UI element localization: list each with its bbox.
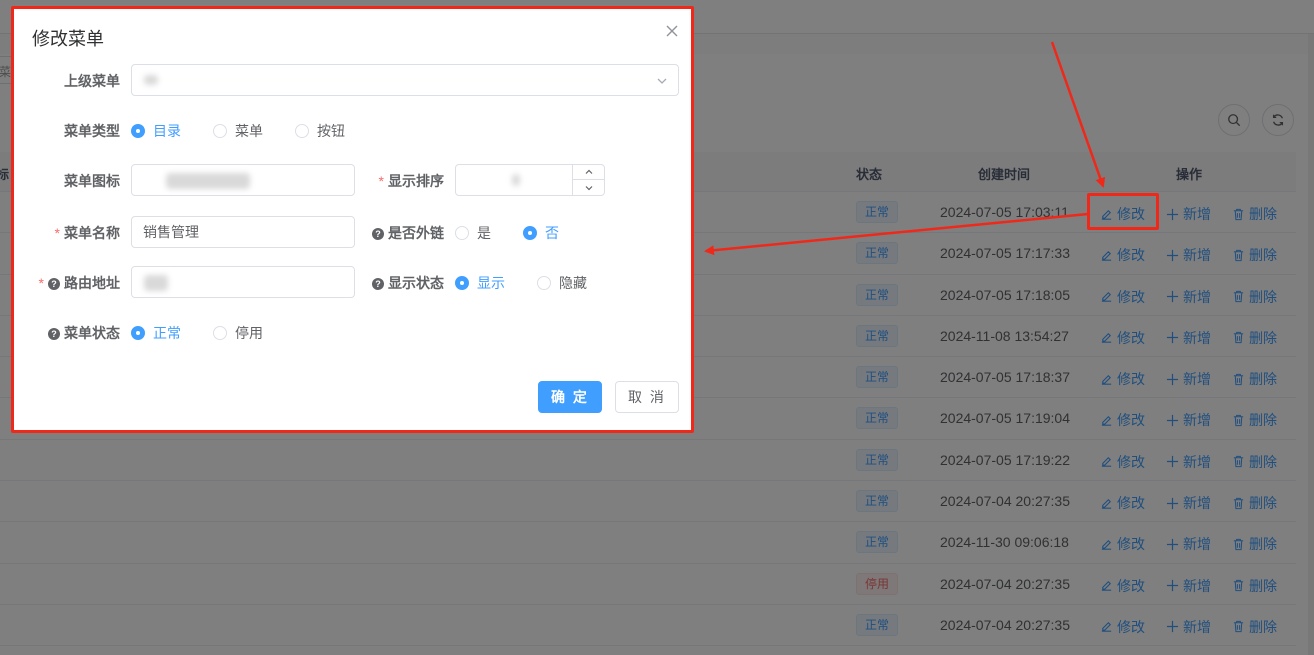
question-icon[interactable]: ? (372, 228, 384, 240)
edit-menu-dialog: 修改菜单 上级菜单 菜单类型 目录 菜单 按钮 菜单图标 * 显示排序 * 菜单名称… (11, 6, 694, 433)
menu-type-radio-button[interactable]: 按钮 (295, 121, 345, 141)
radio-dot (213, 124, 227, 138)
external-link-radio-no[interactable]: 否 (523, 223, 559, 243)
stepper-decrease[interactable] (573, 180, 604, 195)
menu-type-radio-menu[interactable]: 菜单 (213, 121, 263, 141)
radio-label: 否 (545, 225, 559, 241)
radio-label: 停用 (235, 325, 263, 341)
menu-type-label: 菜单类型 (64, 123, 120, 139)
menu-status-label: ? 菜单状态 (14, 323, 120, 343)
stepper-controls (572, 165, 604, 195)
required-mark: * (378, 173, 384, 189)
chevron-down-icon (585, 185, 592, 190)
parent-menu-label: 上级菜单 (64, 73, 120, 89)
redacted-value (144, 75, 158, 85)
route-path-label: *? 路由地址 (38, 275, 120, 291)
radio-dot (131, 124, 145, 138)
chevron-up-icon (585, 169, 592, 174)
radio-dot (523, 226, 537, 240)
radio-label: 菜单 (235, 123, 263, 139)
menu-type-radio-directory[interactable]: 目录 (131, 121, 181, 141)
radio-label: 显示 (477, 275, 505, 291)
parent-menu-select[interactable] (131, 64, 679, 96)
visible-radio-hide[interactable]: 隐藏 (537, 273, 587, 293)
menu-icon-input[interactable] (131, 164, 355, 196)
menu-name-label: * 菜单名称 (54, 225, 120, 241)
radio-label: 目录 (153, 123, 181, 139)
redacted-value (144, 275, 168, 291)
menu-status-radio-normal[interactable]: 正常 (131, 323, 181, 343)
radio-label: 隐藏 (559, 275, 587, 291)
visible-status-label: ? 显示状态 (344, 273, 444, 293)
dialog-title: 修改菜单 (32, 29, 104, 49)
redacted-value (512, 174, 520, 186)
annotation-highlight-box (1087, 193, 1159, 230)
menu-icon-label: 菜单图标 (64, 173, 120, 189)
external-link-radio-yes[interactable]: 是 (455, 223, 491, 243)
radio-dot (455, 226, 469, 240)
radio-dot (131, 326, 145, 340)
external-link-label: ? 是否外链 (344, 223, 444, 243)
display-order-stepper[interactable] (455, 164, 605, 196)
chevron-down-icon (657, 78, 667, 84)
radio-dot (295, 124, 309, 138)
question-icon[interactable]: ? (48, 328, 60, 340)
confirm-button[interactable]: 确 定 (538, 381, 602, 413)
question-icon[interactable]: ? (48, 278, 60, 290)
radio-label: 是 (477, 225, 491, 241)
radio-dot (537, 276, 551, 290)
radio-label: 按钮 (317, 123, 345, 139)
radio-label: 正常 (153, 325, 181, 341)
radio-dot (455, 276, 469, 290)
display-order-label: * 显示排序 (378, 173, 444, 189)
stepper-increase[interactable] (573, 165, 604, 180)
redacted-value (166, 173, 250, 189)
menu-name-input[interactable]: 销售管理 (131, 216, 355, 248)
visible-radio-show[interactable]: 显示 (455, 273, 505, 293)
cancel-button[interactable]: 取 消 (615, 381, 679, 413)
route-path-input[interactable] (131, 266, 355, 298)
radio-dot (213, 326, 227, 340)
required-mark: * (54, 225, 60, 241)
question-icon[interactable]: ? (372, 278, 384, 290)
close-icon[interactable] (664, 23, 680, 39)
required-mark: * (38, 275, 44, 291)
menu-status-radio-disabled[interactable]: 停用 (213, 323, 263, 343)
